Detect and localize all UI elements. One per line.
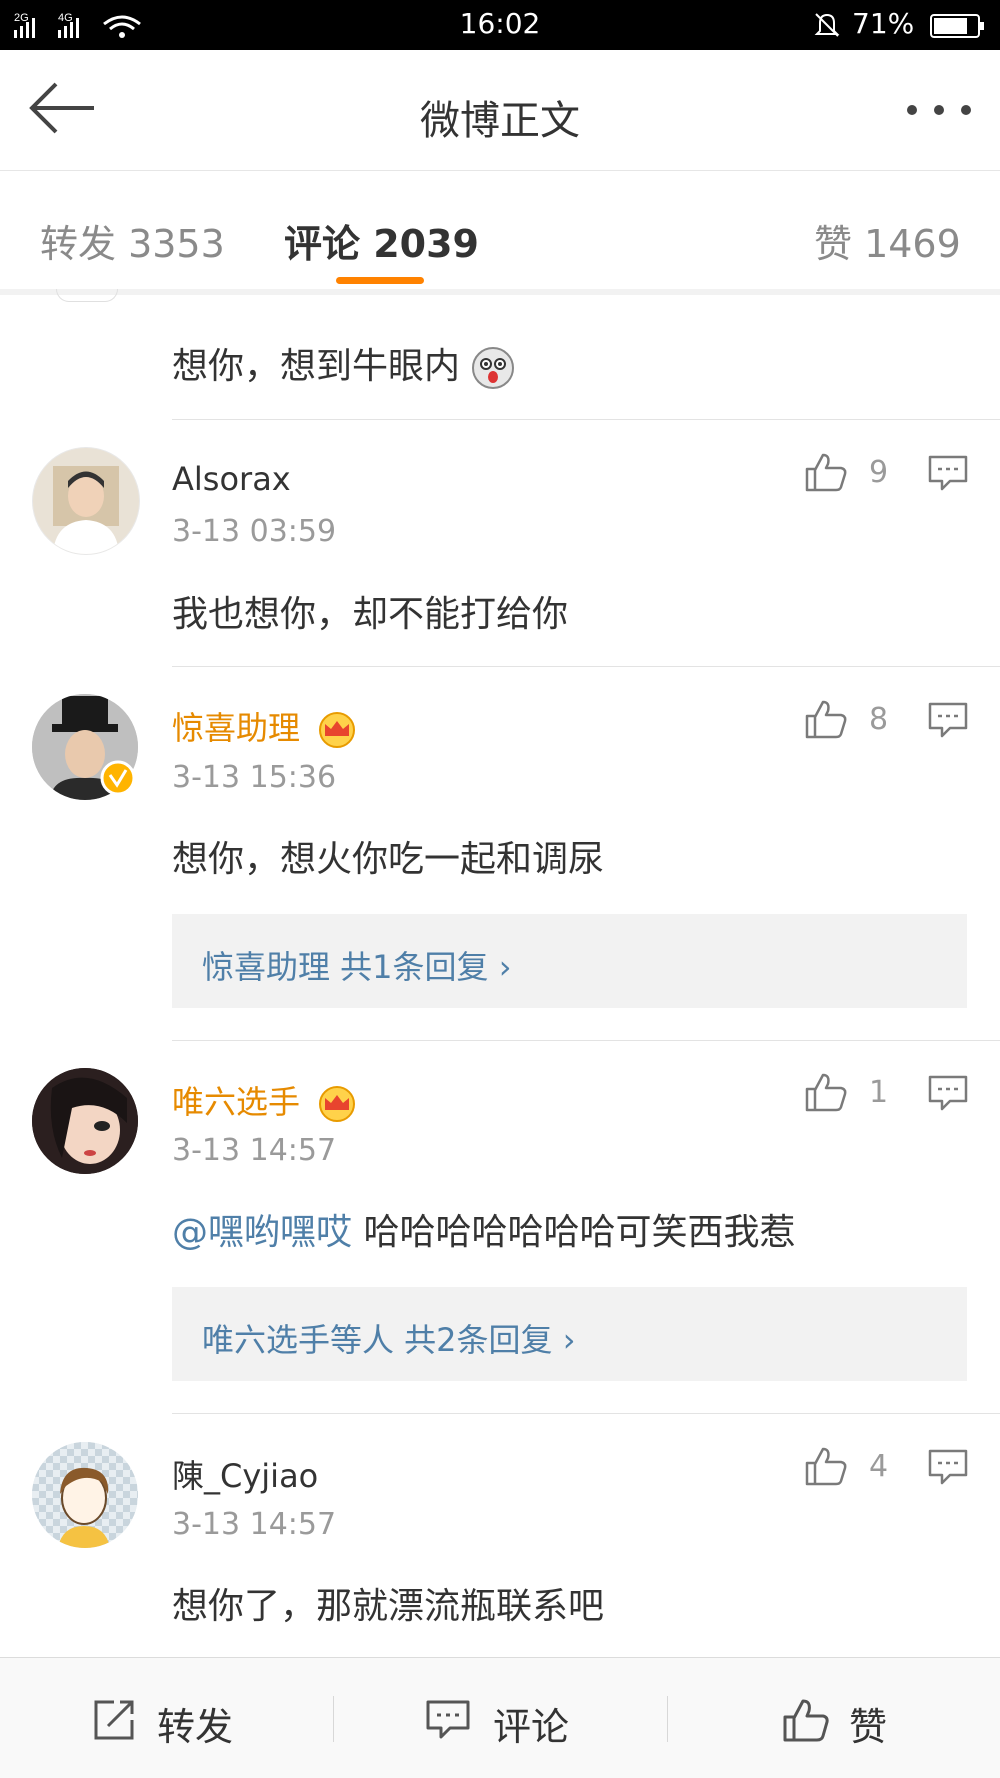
comment-text: 想你，想火你吃一起和调尿 — [172, 839, 605, 880]
username-text: 惊喜助理 — [172, 709, 301, 747]
tab-likes[interactable]: 赞 1469 — [814, 213, 961, 268]
avatar — [56, 289, 118, 302]
mention-link[interactable]: @嘿哟嘿哎 — [172, 1212, 352, 1253]
username[interactable]: 唯六选手 — [172, 1077, 358, 1123]
reply-thread-link[interactable]: 唯六选手等人 共2条回复 › — [202, 1315, 576, 1361]
like-count: 4 — [869, 1449, 889, 1484]
like-count: 1 — [869, 1075, 889, 1110]
username[interactable]: 陳_Cyjiao — [172, 1451, 318, 1497]
tab-bar: 转发 3353 评论 2039 赞 1469 — [0, 171, 1000, 289]
tab-comments[interactable]: 评论 2039 — [284, 213, 479, 268]
comment-text: 我也想你，却不能打给你 — [172, 594, 569, 635]
thumbs-up-icon[interactable] — [805, 699, 847, 739]
divider — [172, 419, 1000, 420]
comment-time: 3-13 14:57 — [172, 1507, 337, 1542]
thumbs-up-icon[interactable] — [783, 1698, 829, 1742]
reply-comment-icon[interactable] — [928, 702, 968, 738]
comment-time: 3-13 03:59 — [172, 514, 337, 549]
comment-text: 想你，想到牛眼内 — [172, 337, 515, 390]
vip-crown-icon — [319, 1086, 356, 1122]
reply-comment-icon[interactable] — [928, 1075, 968, 1111]
thumbs-up-icon[interactable] — [805, 1072, 847, 1112]
emoji-icon — [472, 347, 515, 389]
avatar[interactable] — [32, 1442, 138, 1548]
battery-percent: 71% — [852, 7, 915, 40]
avatar[interactable] — [32, 447, 140, 555]
thumbs-up-icon[interactable] — [805, 1446, 847, 1486]
divider — [333, 1696, 334, 1742]
like-count: 9 — [869, 455, 889, 490]
bell-muted-icon — [814, 13, 840, 37]
comment-icon[interactable] — [426, 1700, 470, 1740]
clock: 16:02 — [459, 7, 541, 40]
reply-thread-box[interactable]: 惊喜助理 共1条回复 › — [172, 914, 967, 1008]
divider — [667, 1696, 668, 1742]
verified-badge-icon — [100, 760, 136, 796]
tab-repost[interactable]: 转发 3353 — [40, 213, 225, 268]
thumbs-up-icon[interactable] — [805, 452, 847, 492]
username[interactable]: 惊喜助理 — [172, 703, 358, 749]
reply-thread-link[interactable]: 惊喜助理 共1条回复 › — [202, 942, 512, 988]
comment-button[interactable]: 评论 — [493, 1696, 569, 1751]
vip-crown-icon — [319, 712, 356, 748]
nav-header: 微博正文 — [0, 50, 1000, 171]
comment-time: 3-13 14:57 — [172, 1133, 337, 1168]
page-title: 微博正文 — [420, 98, 580, 144]
like-button[interactable]: 赞 — [849, 1696, 887, 1751]
divider — [172, 666, 1000, 667]
comment-text-content: 哈哈哈哈哈哈哈可笑西我惹 — [352, 1212, 796, 1253]
status-bar: 2G 4G 16:02 71% — [0, 0, 1000, 50]
reply-comment-icon[interactable] — [928, 1449, 968, 1485]
comment-time: 3-13 15:36 — [172, 760, 337, 795]
username-text: 唯六选手 — [172, 1083, 301, 1121]
comment-text-content: 想你，想到牛眼内 — [172, 346, 461, 387]
bottom-action-bar: 转发 评论 赞 — [0, 1657, 1000, 1778]
divider — [172, 1413, 1000, 1414]
divider — [172, 1040, 1000, 1041]
more-button[interactable] — [904, 100, 974, 120]
repost-button[interactable]: 转发 — [157, 1696, 233, 1751]
section-gap — [0, 289, 1000, 295]
active-tab-indicator — [336, 277, 424, 284]
repost-icon[interactable] — [92, 1698, 136, 1742]
username[interactable]: Alsorax — [172, 460, 291, 498]
reply-comment-icon[interactable] — [928, 455, 968, 491]
comment-text: @嘿哟嘿哎 哈哈哈哈哈哈哈可笑西我惹 — [172, 1203, 795, 1255]
battery-icon — [930, 14, 984, 38]
reply-thread-box[interactable]: 唯六选手等人 共2条回复 › — [172, 1287, 967, 1381]
avatar[interactable] — [32, 1068, 138, 1174]
comment-text: 想你了，那就漂流瓶联系吧 — [172, 1586, 605, 1627]
like-count: 8 — [869, 702, 889, 737]
